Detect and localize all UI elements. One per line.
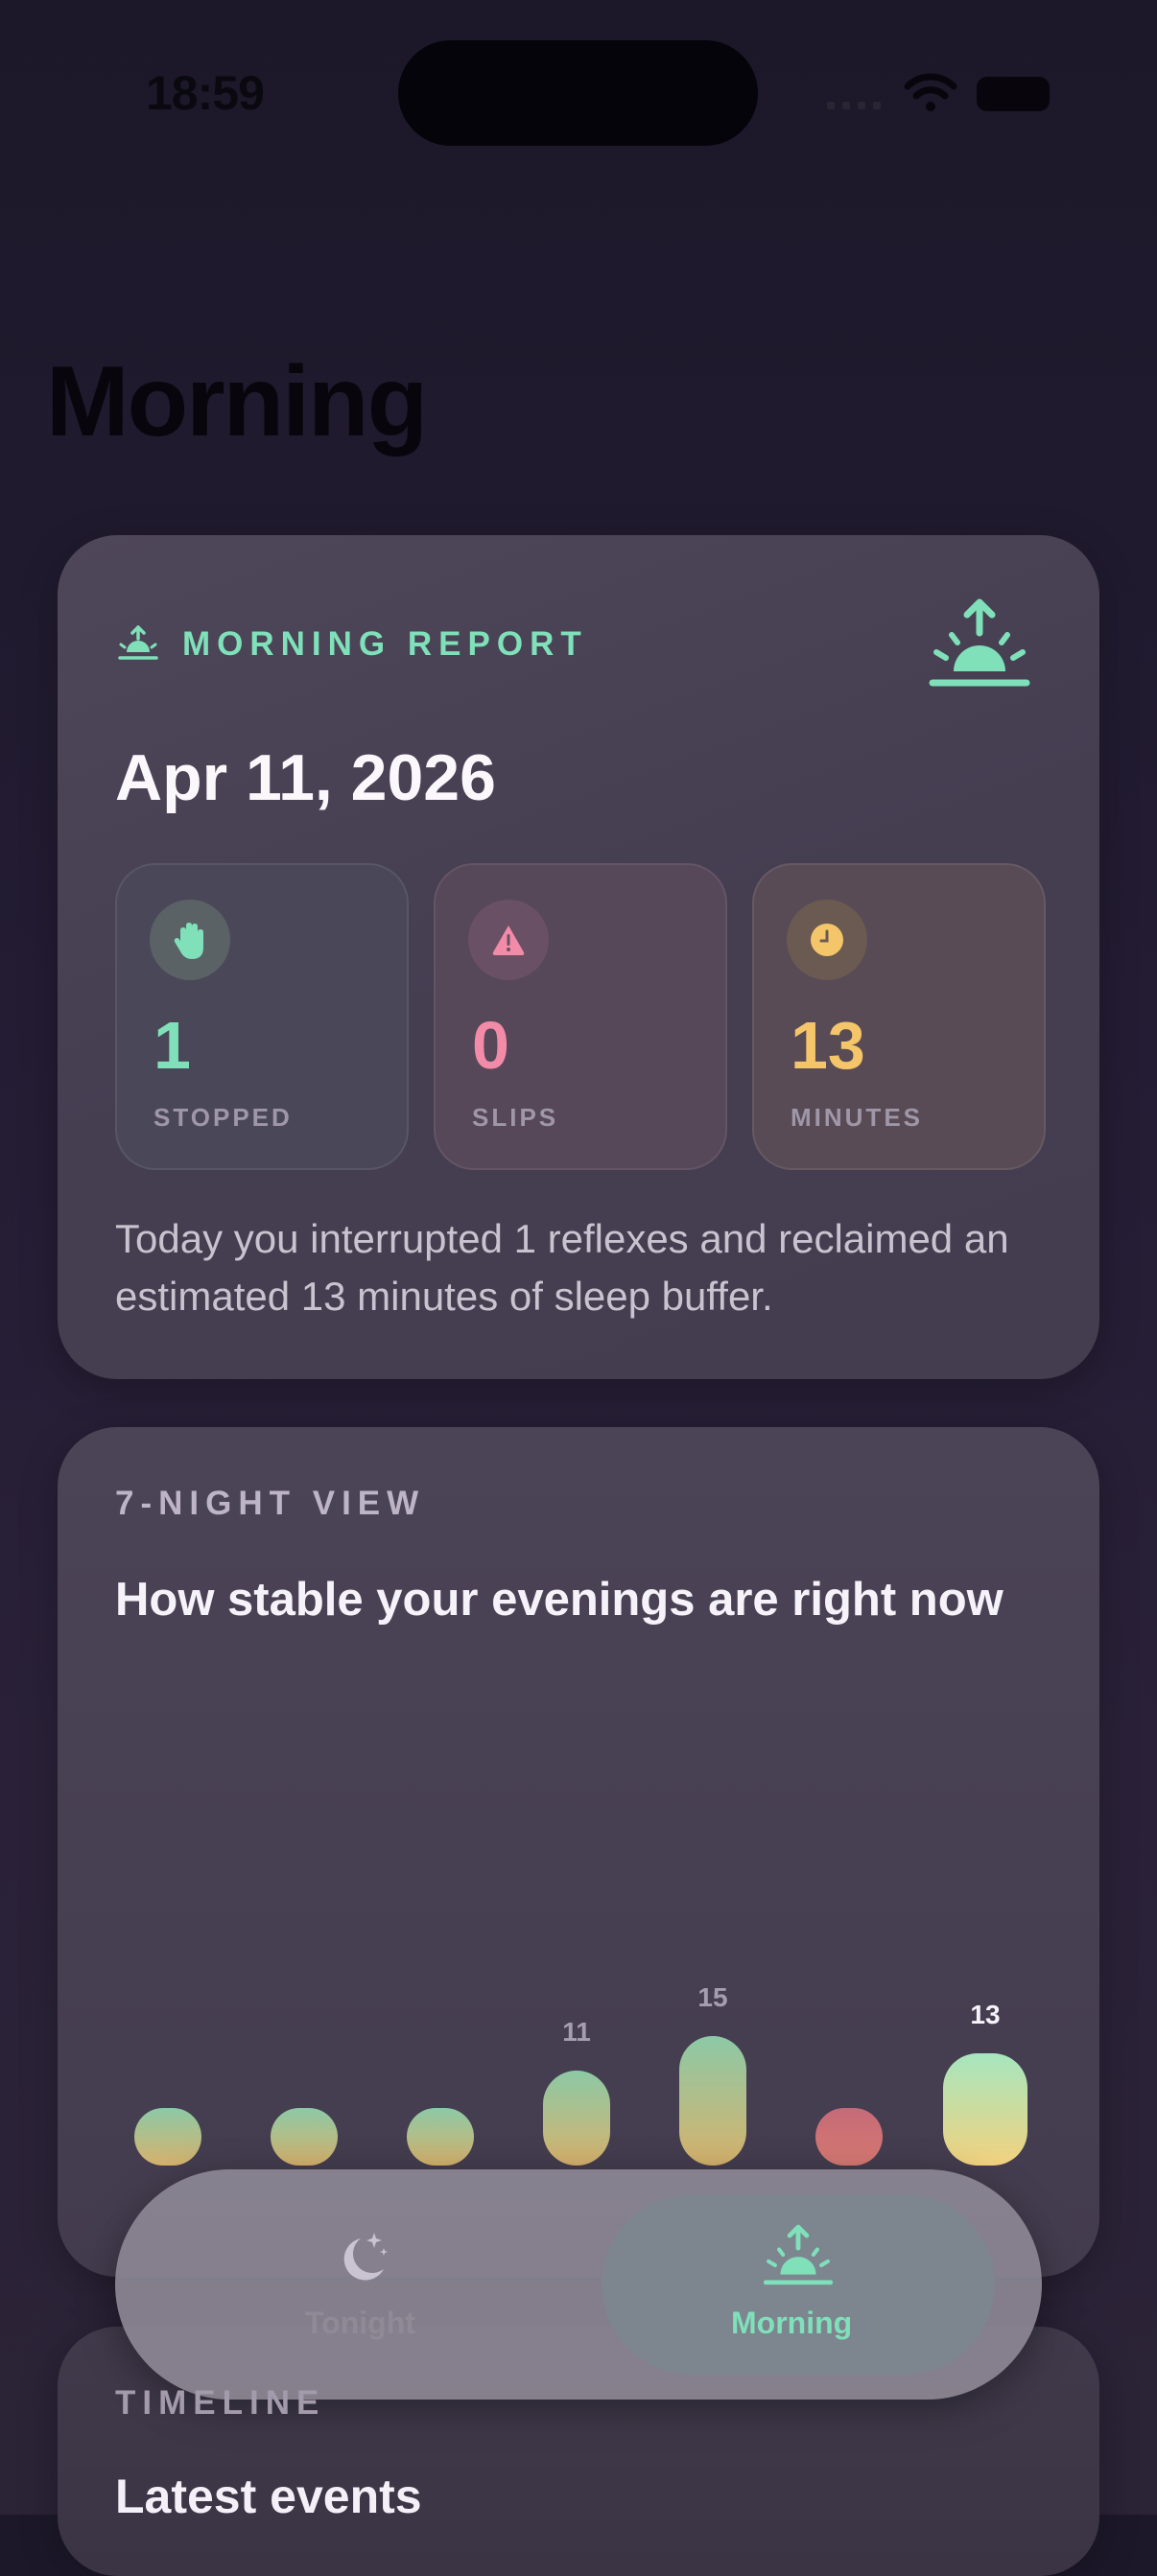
report-summary: Today you interrupted 1 reflexes and rec… (115, 1216, 1009, 1319)
clock-icon (787, 900, 867, 980)
battery-icon (977, 77, 1050, 111)
moon-stars-icon (343, 2233, 388, 2281)
sunrise-icon (763, 2224, 834, 2285)
stat-value: 1 (153, 1008, 191, 1083)
chart-bar (943, 2053, 1027, 2166)
hand-raised-icon (150, 900, 230, 980)
chart-bar (134, 2108, 201, 2166)
stat-value: 13 (791, 1008, 865, 1083)
stat-stopped: 1 STOPPED (115, 863, 409, 1170)
tab-morning-label: Morning (731, 2306, 853, 2340)
chart-bar (679, 2036, 746, 2166)
wifi-icon (904, 73, 957, 111)
chart-bar (407, 2108, 474, 2166)
status-time: 18:59 (146, 66, 265, 120)
seven-night-title: How stable your evenings are right now (115, 1574, 1004, 1626)
dynamic-island (398, 40, 758, 146)
stat-label: MINUTES (791, 1103, 923, 1132)
stat-value: 0 (472, 1008, 509, 1083)
sunrise-icon (929, 598, 1030, 687)
stat-label: STOPPED (153, 1103, 293, 1132)
chart-bar-label: 15 (697, 1982, 728, 2012)
stat-slips: 0 SLIPS (434, 863, 727, 1170)
page-title: Morning (46, 346, 428, 457)
report-eyebrow: MORNING REPORT (182, 625, 588, 663)
cellular-signal-icon (827, 102, 881, 109)
chart-bar-label: 13 (970, 2000, 1001, 2029)
tab-tonight-label: Tonight (305, 2306, 415, 2340)
warning-triangle-icon (468, 900, 549, 980)
stat-minutes: 13 MINUTES (752, 863, 1046, 1170)
sunrise-small-icon (118, 625, 158, 660)
chart-bar-label: 11 (562, 2017, 591, 2047)
chart-bar (815, 2108, 883, 2166)
timeline-title: Latest events (115, 2470, 422, 2523)
seven-night-eyebrow: 7-NIGHT VIEW (115, 1485, 426, 1522)
chart-bar (271, 2108, 338, 2166)
chart-bar (543, 2071, 610, 2166)
stat-label: SLIPS (472, 1103, 559, 1132)
timeline-eyebrow: TIMELINE (115, 2384, 326, 2422)
report-date: Apr 11, 2026 (115, 741, 496, 814)
